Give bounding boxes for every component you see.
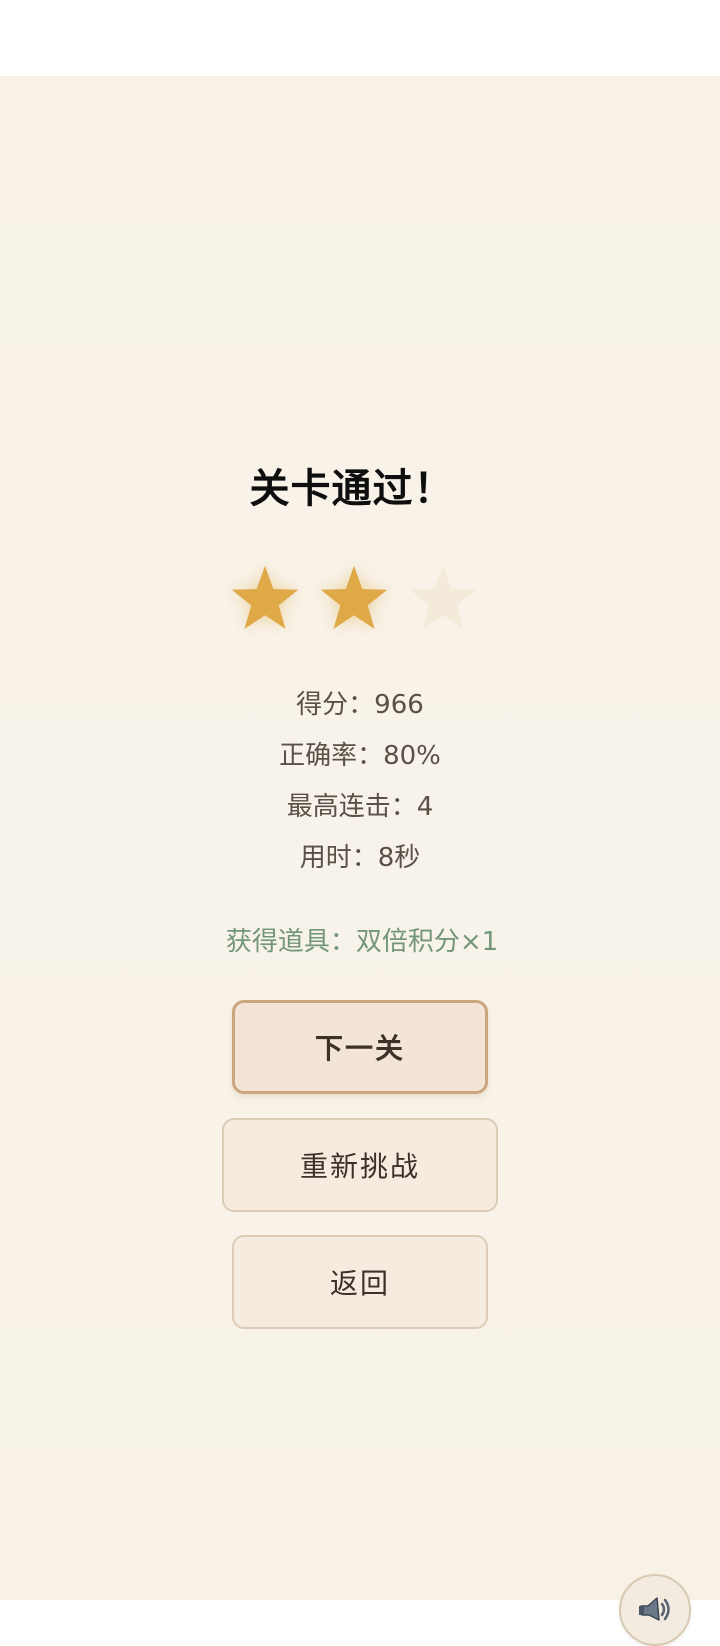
reward-text: 获得道具：双倍积分×1 bbox=[225, 927, 499, 957]
stat-score: 得分：966 bbox=[296, 690, 424, 720]
stats-list: 得分：966 正确率：80% 最高连击：4 用时：8秒 bbox=[0, 680, 720, 884]
level-complete-screen: 关卡通过！ 得分：966 正确率：80% 最高连击：4 用时：8秒 获得道具：双… bbox=[0, 76, 720, 1646]
star-icon-3 bbox=[406, 562, 480, 636]
retry-button[interactable]: 重新挑战 bbox=[222, 1118, 498, 1212]
back-button[interactable]: 返回 bbox=[232, 1235, 488, 1329]
star-icon-2 bbox=[317, 562, 391, 636]
sound-toggle-button[interactable] bbox=[619, 1574, 691, 1646]
speaker-icon bbox=[639, 1597, 670, 1621]
stat-accuracy: 正确率：80% bbox=[279, 741, 441, 771]
next-level-button[interactable]: 下一关 bbox=[232, 1000, 488, 1094]
stat-time: 用时：8秒 bbox=[299, 843, 421, 873]
stat-max-combo: 最高连击：4 bbox=[286, 792, 434, 822]
status-bar bbox=[0, 0, 720, 76]
star-icon-1 bbox=[228, 562, 302, 636]
result-title: 关卡通过！ bbox=[249, 466, 455, 512]
